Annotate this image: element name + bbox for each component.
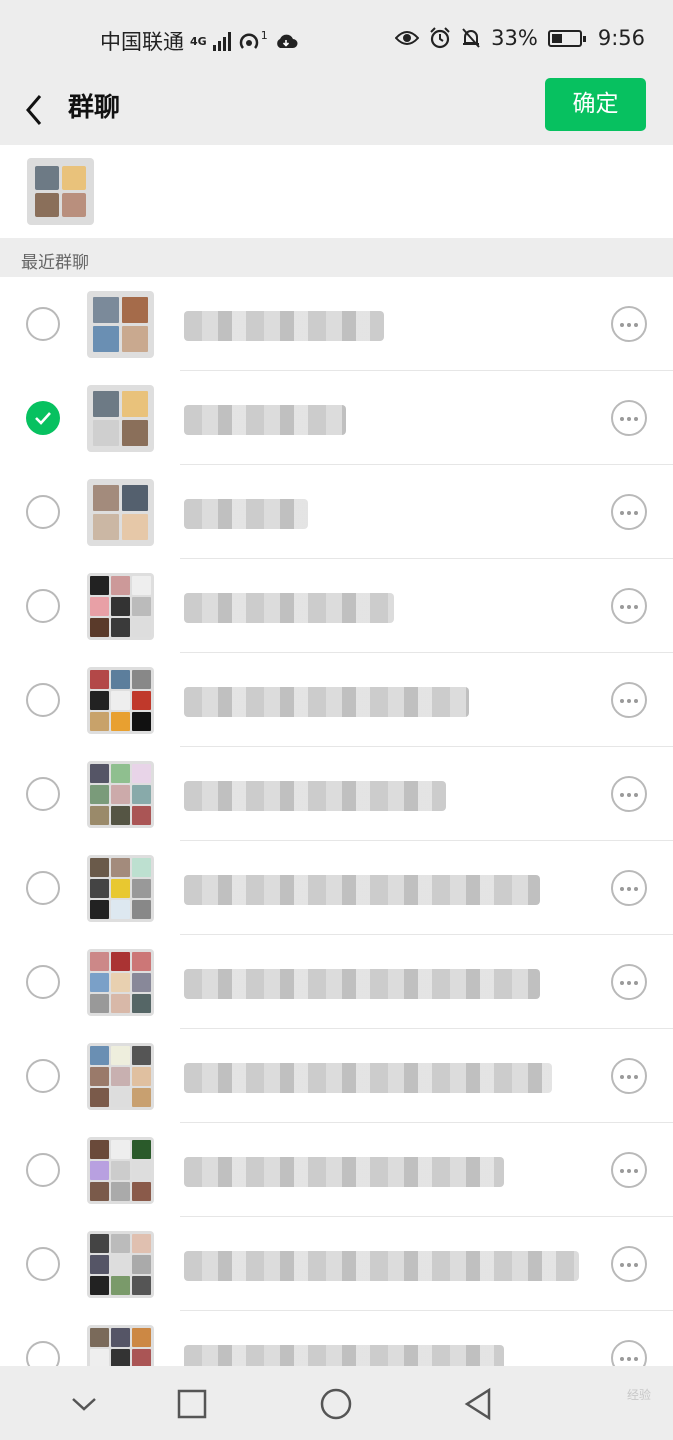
checkbox[interactable] <box>26 307 60 341</box>
selected-members-area <box>0 145 673 238</box>
hotspot-icon <box>239 33 258 49</box>
clock-time: 9:56 <box>597 26 645 50</box>
mute-bell-icon <box>462 28 480 48</box>
group-avatar <box>87 949 154 1016</box>
more-options-icon[interactable] <box>611 1152 647 1188</box>
group-avatar <box>87 1137 154 1204</box>
group-avatar <box>87 385 154 452</box>
alarm-icon <box>430 27 450 49</box>
cloud-icon <box>276 34 298 48</box>
group-avatar <box>87 1231 154 1298</box>
status-left: 中国联通 4G 1 <box>100 26 298 56</box>
more-options-icon[interactable] <box>611 494 647 530</box>
more-options-icon[interactable] <box>611 588 647 624</box>
more-options-icon[interactable] <box>611 1246 647 1282</box>
group-name-redacted <box>184 311 384 341</box>
group-avatar <box>87 479 154 546</box>
checkbox[interactable] <box>26 871 60 905</box>
group-list-item[interactable] <box>0 277 673 371</box>
back-triangle-icon[interactable] <box>459 1384 499 1424</box>
group-avatar <box>87 667 154 734</box>
checkbox-checked[interactable] <box>26 401 60 435</box>
group-name-redacted <box>184 593 394 623</box>
group-name-redacted <box>184 875 540 905</box>
group-list-item[interactable] <box>0 1123 673 1217</box>
status-bar: 中国联通 4G 1 33% 9:56 <box>0 0 673 78</box>
more-options-icon[interactable] <box>611 870 647 906</box>
group-avatar <box>87 1043 154 1110</box>
group-name-redacted <box>184 781 446 811</box>
group-list-item[interactable] <box>0 653 673 747</box>
group-avatar <box>87 291 154 358</box>
more-options-icon[interactable] <box>611 400 647 436</box>
carrier-label: 中国联通 <box>100 30 184 54</box>
checkbox[interactable] <box>26 495 60 529</box>
page-title: 群聊 <box>68 93 121 123</box>
circle-icon[interactable] <box>316 1384 356 1424</box>
signal-icon <box>212 31 231 51</box>
group-list-item[interactable] <box>0 841 673 935</box>
system-nav-bar: 经验 <box>0 1366 673 1440</box>
more-options-icon[interactable] <box>611 1058 647 1094</box>
more-options-icon[interactable] <box>611 964 647 1000</box>
header-bar: 群聊 确定 <box>0 78 673 145</box>
eye-icon <box>395 31 420 45</box>
group-avatar <box>87 761 154 828</box>
chevron-down-icon[interactable] <box>64 1384 104 1424</box>
more-options-icon[interactable] <box>611 682 647 718</box>
more-options-icon[interactable] <box>611 776 647 812</box>
watermark: 经验 <box>626 1388 651 1402</box>
confirm-button[interactable]: 确定 <box>545 78 646 131</box>
group-avatar <box>87 855 154 922</box>
group-name-redacted <box>184 687 469 717</box>
check-icon <box>35 412 51 425</box>
group-name-redacted <box>184 1063 552 1093</box>
group-list <box>0 277 673 1405</box>
group-list-item[interactable] <box>0 371 673 465</box>
network-label: 4G <box>190 34 207 48</box>
battery-icon <box>547 29 586 47</box>
group-list-item[interactable] <box>0 935 673 1029</box>
group-name-redacted <box>184 969 540 999</box>
group-list-item[interactable] <box>0 747 673 841</box>
checkbox[interactable] <box>26 1059 60 1093</box>
checkbox[interactable] <box>26 683 60 717</box>
more-options-icon[interactable] <box>611 306 647 342</box>
section-label: 最近群聊 <box>21 253 89 273</box>
group-avatar <box>87 573 154 640</box>
group-list-item[interactable] <box>0 465 673 559</box>
checkbox[interactable] <box>26 1153 60 1187</box>
section-header: 最近群聊 <box>0 238 673 277</box>
group-name-redacted <box>184 499 308 529</box>
square-icon[interactable] <box>172 1384 212 1424</box>
battery-percent: 33% <box>491 26 538 50</box>
group-list-item[interactable] <box>0 1217 673 1311</box>
back-arrow-icon[interactable] <box>22 90 52 130</box>
status-right: 33% 9:56 <box>395 26 645 50</box>
checkbox[interactable] <box>26 589 60 623</box>
group-list-item[interactable] <box>0 1029 673 1123</box>
checkbox[interactable] <box>26 777 60 811</box>
checkbox[interactable] <box>26 965 60 999</box>
group-name-redacted <box>184 405 346 435</box>
hotspot-count: 1 <box>260 28 268 42</box>
group-name-redacted <box>184 1251 579 1281</box>
checkbox[interactable] <box>26 1247 60 1281</box>
group-list-item[interactable] <box>0 559 673 653</box>
selected-group-avatar[interactable] <box>27 158 94 225</box>
group-name-redacted <box>184 1157 504 1187</box>
